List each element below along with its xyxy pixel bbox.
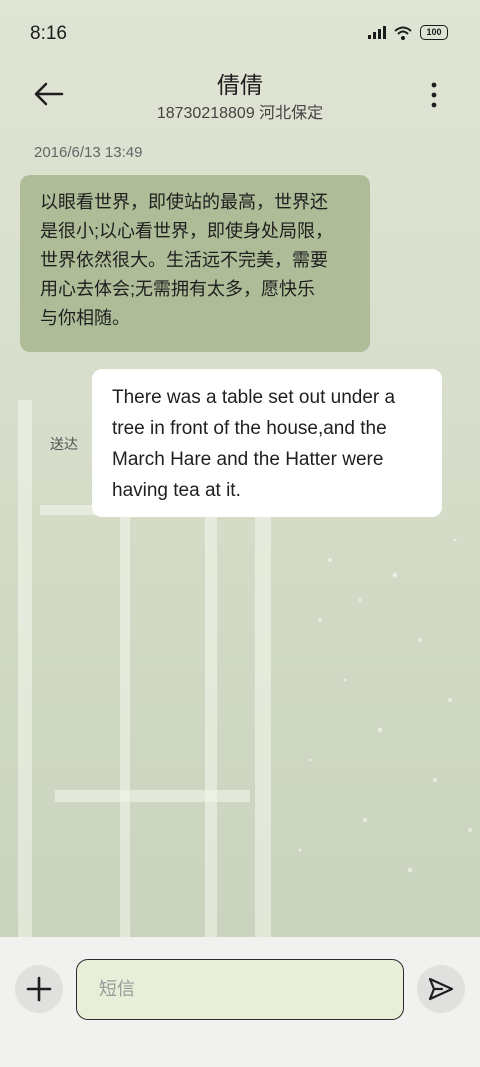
add-attachment-button[interactable] (15, 965, 63, 1013)
send-button[interactable] (417, 965, 465, 1013)
status-time: 8:16 (30, 23, 67, 44)
more-vertical-icon[interactable] (424, 80, 444, 110)
outgoing-message-bubble[interactable]: There was a table set out under a tree i… (92, 369, 442, 517)
sms-input-field[interactable] (76, 959, 404, 1020)
message-line: There was a table set out under a (112, 387, 396, 408)
status-icons: 100 (368, 25, 448, 40)
message-line: 是很小;以心看世界，即使身处局限， (40, 221, 333, 241)
signal-icon (368, 26, 386, 39)
sms-input[interactable] (77, 960, 403, 1019)
message-line: having tea at it. (112, 480, 241, 501)
message-line: 用心去体会;无需拥有太多，愿快乐 (40, 279, 315, 299)
contact-detail: 18730218809 河北保定 (156, 105, 324, 122)
contact-name: 倩倩 (217, 72, 263, 98)
send-icon (428, 977, 454, 1001)
message-line: 世界依然很大。生活远不完美，需要 (40, 250, 328, 270)
delivery-status: 送达 (50, 436, 78, 452)
message-line: March Hare and the Hatter were (112, 449, 384, 470)
plus-icon (26, 976, 52, 1002)
status-bar: 8:16 100 (0, 0, 480, 66)
message-composer (0, 937, 480, 1067)
wifi-icon (394, 26, 412, 40)
battery-icon: 100 (420, 25, 448, 40)
message-line: 与你相随。 (40, 308, 130, 328)
incoming-message-bubble[interactable]: 以眼看世界，即使站的最高，世界还 是很小;以心看世界，即使身处局限， 世界依然很… (20, 175, 370, 352)
message-timestamp: 2016/6/13 13:49 (34, 144, 143, 161)
message-line: tree in front of the house,and the (112, 418, 387, 439)
conversation-header: 倩倩 18730218809 河北保定 (0, 66, 480, 136)
message-line: 以眼看世界，即使站的最高，世界还 (40, 192, 328, 212)
